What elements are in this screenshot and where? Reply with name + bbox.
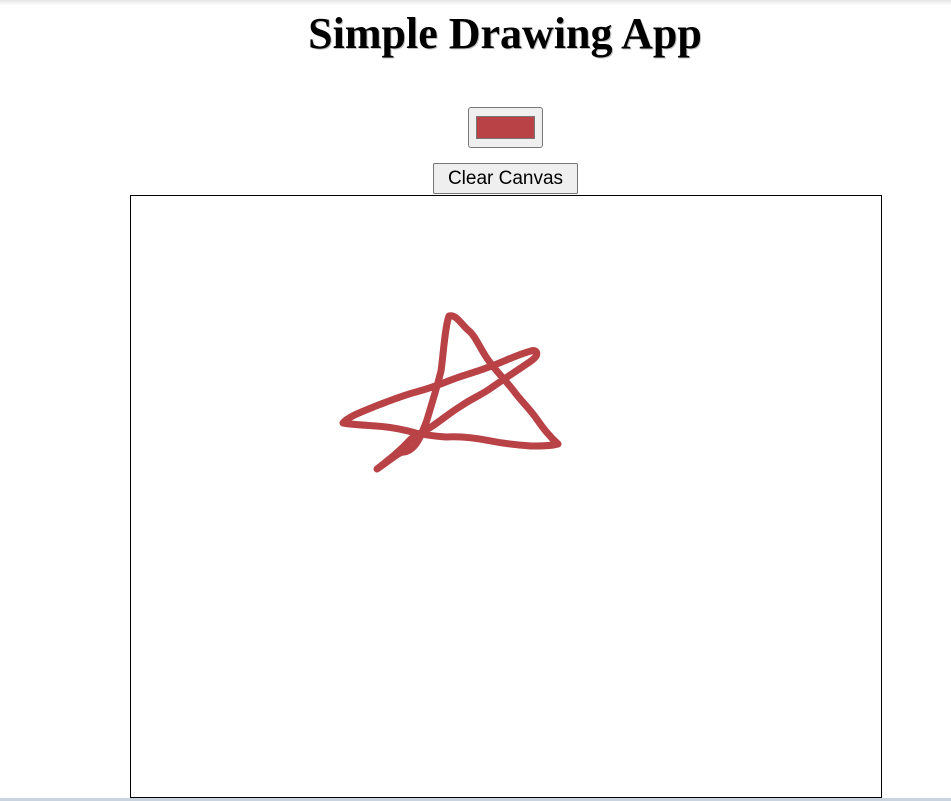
drawn-stroke bbox=[339, 312, 562, 473]
window-top-edge bbox=[0, 0, 951, 5]
color-swatch bbox=[476, 116, 535, 139]
color-picker[interactable] bbox=[468, 107, 543, 148]
drawing-canvas[interactable] bbox=[130, 195, 882, 798]
clear-canvas-button[interactable]: Clear Canvas bbox=[433, 163, 578, 194]
page-title: Simple Drawing App bbox=[308, 9, 702, 58]
canvas-drawing-surface bbox=[339, 312, 562, 473]
